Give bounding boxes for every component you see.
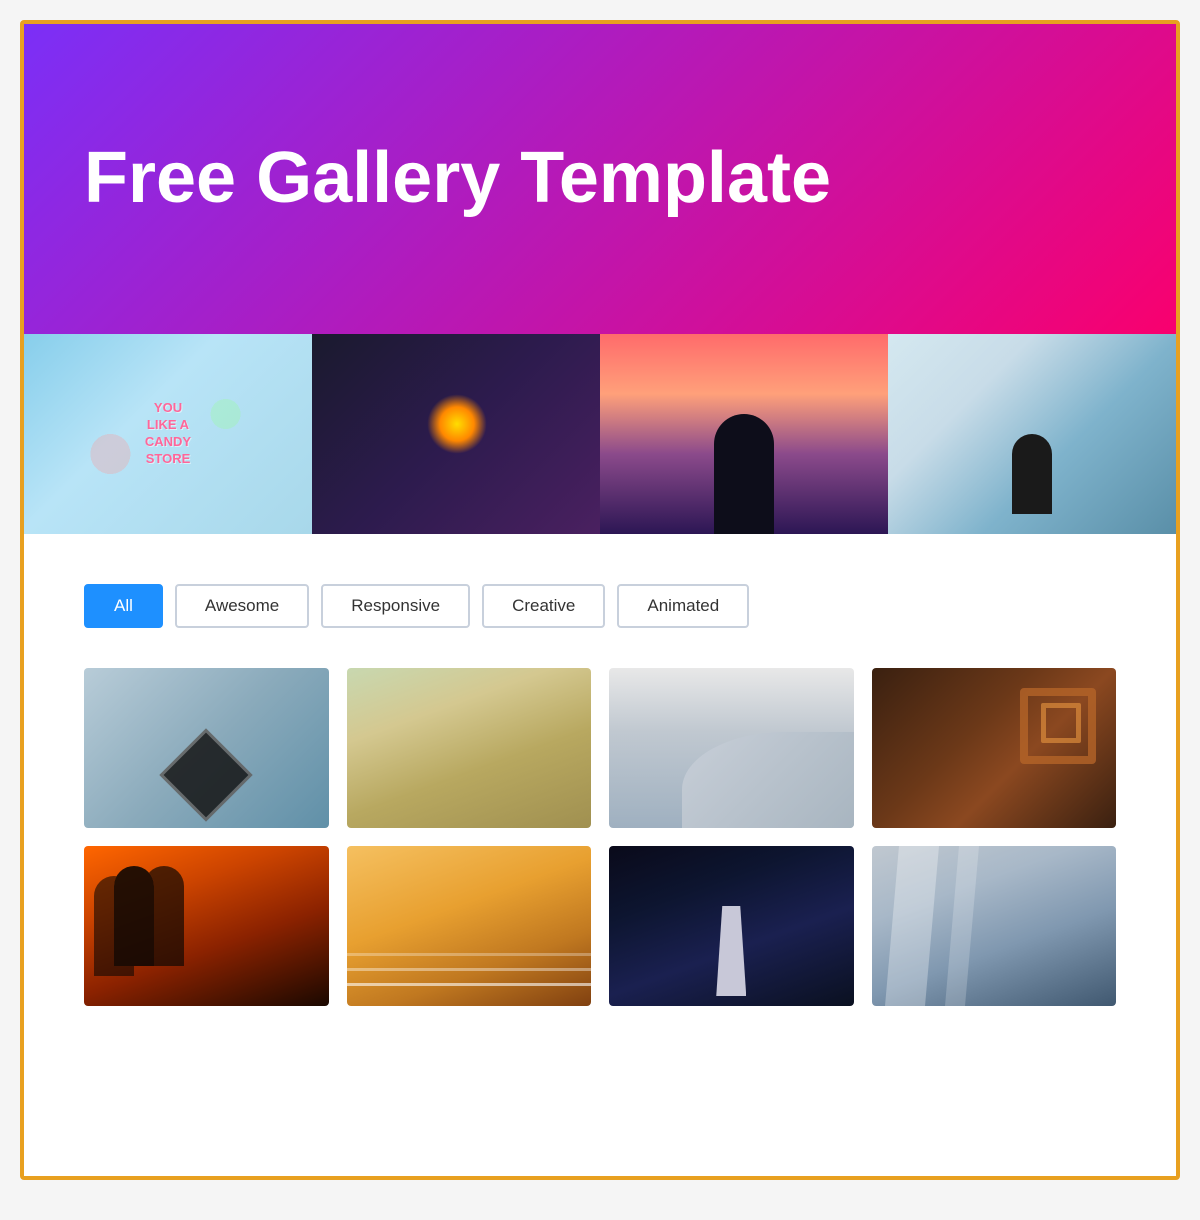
gallery-grid (84, 668, 1116, 1006)
main-content-area: All Awesome Responsive Creative Animated (24, 534, 1176, 1046)
filter-responsive-button[interactable]: Responsive (321, 584, 470, 628)
gallery-item-4[interactable] (872, 668, 1117, 828)
filter-creative-button[interactable]: Creative (482, 584, 605, 628)
filter-all-button[interactable]: All (84, 584, 163, 628)
gallery-item-3[interactable] (609, 668, 854, 828)
page-title: Free Gallery Template (84, 139, 831, 218)
filter-animated-button[interactable]: Animated (617, 584, 749, 628)
gallery-item-2[interactable] (347, 668, 592, 828)
gallery-item-8[interactable] (872, 846, 1117, 1006)
filter-bar: All Awesome Responsive Creative Animated (84, 584, 1116, 628)
filter-awesome-button[interactable]: Awesome (175, 584, 309, 628)
gallery-item-5[interactable] (84, 846, 329, 1006)
banner-image-person (888, 334, 1176, 534)
banner-image-sparkler (312, 334, 600, 534)
banner-image-silhouette (600, 334, 888, 534)
gallery-item-1[interactable] (84, 668, 329, 828)
banner-strip: YOU LIKE A CANDY STORE (24, 334, 1176, 534)
banner-image-candy: YOU LIKE A CANDY STORE (24, 334, 312, 534)
main-container: Free Gallery Template YOU LIKE A CANDY S… (20, 20, 1180, 1180)
candy-store-text: YOU LIKE A CANDY STORE (145, 400, 191, 468)
gallery-item-6[interactable] (347, 846, 592, 1006)
header-banner: Free Gallery Template (24, 24, 1176, 334)
gallery-item-7[interactable] (609, 846, 854, 1006)
